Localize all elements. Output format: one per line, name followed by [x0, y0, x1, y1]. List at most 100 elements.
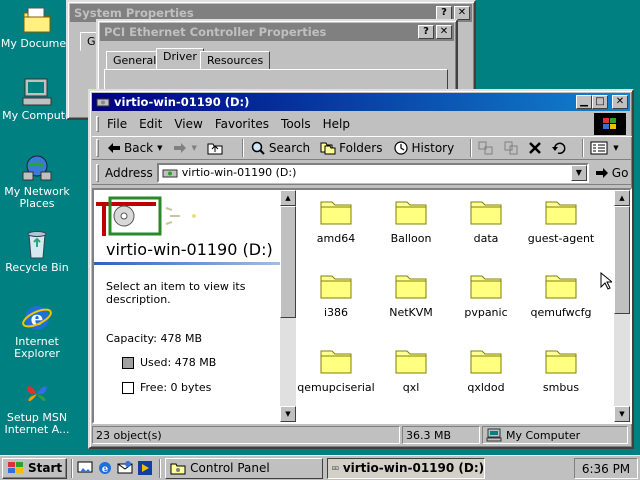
- folder-label: data: [473, 232, 499, 245]
- folder-item[interactable]: data: [446, 196, 526, 245]
- help-button[interactable]: ?: [436, 6, 452, 20]
- forward-button[interactable]: ▼: [173, 142, 197, 154]
- clock[interactable]: 6:36 PM: [582, 462, 630, 476]
- capacity-text: Capacity: 478 MB: [106, 332, 203, 345]
- folder-item[interactable]: NetKVM: [371, 270, 451, 319]
- folder-item[interactable]: Balloon: [371, 196, 451, 245]
- folder-icon: [320, 275, 352, 299]
- desktop-icon-internet-explorer[interactable]: e Internet Explorer: [0, 302, 74, 360]
- forward-dropdown-icon[interactable]: ▼: [192, 144, 197, 152]
- views-dropdown-icon[interactable]: ▼: [613, 144, 618, 152]
- folder-item[interactable]: qemufwcfg: [521, 270, 601, 319]
- drive-title: virtio-win-01190 (D:): [106, 240, 273, 259]
- delete-button[interactable]: [528, 141, 545, 155]
- copy-to-button[interactable]: [503, 141, 522, 155]
- search-label: Search: [268, 141, 311, 155]
- address-input[interactable]: virtio-win-01190 (D:) ▼: [156, 162, 589, 183]
- media-player-quicklaunch-icon[interactable]: [137, 460, 153, 476]
- my-computer-icon: [486, 428, 502, 442]
- menu-help[interactable]: Help: [323, 117, 350, 131]
- desktop-icon-label: Internet Explorer: [14, 335, 60, 360]
- taskbar-separator: [71, 458, 74, 478]
- windows-flag-icon: [8, 462, 23, 473]
- tab-resources[interactable]: Resources: [200, 51, 271, 70]
- desktop-icon-my-network-places[interactable]: My Network Places: [0, 152, 74, 210]
- pci-properties-titlebar[interactable]: PCI Ethernet Controller Properties ? ✕: [100, 23, 454, 41]
- folder-label: pvpanic: [464, 306, 508, 319]
- scroll-thumb[interactable]: [280, 206, 296, 318]
- control-panel-icon: [170, 463, 186, 475]
- folder-item[interactable]: smbus: [521, 345, 601, 394]
- tab-general[interactable]: General: [106, 51, 164, 70]
- webview-pane: virtio-win-01190 (D:) Select an item to …: [94, 190, 280, 422]
- arrow-right-icon: [173, 143, 186, 153]
- desktop-icon-my-documents[interactable]: My Documen: [0, 4, 74, 50]
- arrow-left-icon: [108, 143, 120, 153]
- folder-item[interactable]: pvpanic: [446, 270, 526, 319]
- tab-driver[interactable]: Driver: [156, 48, 204, 70]
- desktop-quicklaunch-icon[interactable]: [77, 460, 93, 476]
- folder-icon: [320, 350, 352, 374]
- close-button[interactable]: ✕: [436, 25, 452, 39]
- standard-toolbar: Back ▼ ▼ Search Folders History ▼: [92, 136, 632, 160]
- folder-label: smbus: [542, 381, 580, 394]
- tab-label: Resources: [207, 54, 264, 67]
- search-button[interactable]: Search: [250, 140, 310, 156]
- folder-icon: [320, 201, 352, 225]
- back-dropdown-icon[interactable]: ▼: [157, 144, 162, 152]
- folder-item[interactable]: qxl: [371, 345, 451, 394]
- recycle-bin-icon: [27, 231, 47, 259]
- history-icon: [393, 141, 408, 155]
- folder-icon: [545, 350, 577, 374]
- search-icon: [251, 141, 265, 155]
- drive-title-underline: [94, 262, 280, 265]
- folder-item[interactable]: guest-agent: [521, 196, 601, 245]
- back-button[interactable]: Back ▼: [107, 141, 163, 155]
- views-button[interactable]: ▼: [590, 141, 619, 155]
- desktop-icon-label: My Compute: [2, 109, 72, 122]
- menu-file[interactable]: File: [107, 117, 127, 131]
- go-button[interactable]: Go: [595, 165, 629, 180]
- network-places-icon: [22, 155, 52, 181]
- folders-button[interactable]: Folders: [320, 141, 383, 155]
- menu-view[interactable]: View: [174, 117, 202, 131]
- folder-item[interactable]: qemupciserial: [293, 345, 379, 394]
- folder-item[interactable]: amd64: [296, 196, 376, 245]
- address-dropdown-button[interactable]: ▼: [570, 164, 587, 181]
- start-button[interactable]: Start: [2, 457, 68, 479]
- menu-tools[interactable]: Tools: [281, 117, 311, 131]
- scroll-up-button[interactable]: ▲: [280, 190, 296, 206]
- scroll-thumb[interactable]: [614, 206, 630, 314]
- folder-item[interactable]: qxldod: [446, 345, 526, 394]
- scroll-down-button[interactable]: ▼: [280, 406, 296, 422]
- close-button[interactable]: ✕: [454, 6, 470, 20]
- internet-explorer-quicklaunch-icon[interactable]: e: [97, 460, 113, 476]
- desktop-icon-recycle-bin[interactable]: Recycle Bin: [0, 228, 74, 274]
- desktop-icon-setup-msn[interactable]: Setup MSN Internet A...: [0, 378, 74, 436]
- move-to-button[interactable]: [478, 141, 497, 155]
- tab-label: General: [113, 54, 157, 67]
- maximize-button[interactable]: □: [592, 95, 608, 109]
- go-label: Go: [611, 165, 629, 180]
- up-folder-button[interactable]: [207, 141, 226, 155]
- description-hint: Select an item to view its description.: [106, 280, 246, 306]
- scroll-down-button[interactable]: ▼: [614, 406, 630, 422]
- file-list-scrollbar[interactable]: ▲ ▼: [614, 190, 630, 422]
- scroll-up-button[interactable]: ▲: [614, 190, 630, 206]
- explorer-titlebar[interactable]: virtio-win-01190 (D:) ▁ □ ✕: [92, 93, 630, 111]
- address-label: Address: [105, 165, 153, 180]
- close-button[interactable]: ✕: [612, 95, 628, 109]
- taskbar-button-explorer[interactable]: virtio-win-01190 (D:): [327, 457, 486, 479]
- undo-button[interactable]: [551, 141, 570, 155]
- desktop-icon-my-computer[interactable]: My Compute: [0, 76, 74, 122]
- history-button[interactable]: History: [393, 140, 454, 156]
- minimize-button[interactable]: ▁: [576, 95, 592, 109]
- taskbar-button-control-panel[interactable]: Control Panel: [165, 457, 324, 479]
- menu-edit[interactable]: Edit: [139, 117, 162, 131]
- tab-label: Driver: [163, 50, 197, 63]
- menu-favorites[interactable]: Favorites: [215, 117, 269, 131]
- outlook-express-quicklaunch-icon[interactable]: [117, 460, 133, 476]
- help-button[interactable]: ?: [418, 25, 434, 39]
- folder-item[interactable]: i386: [296, 270, 376, 319]
- taskbar-separator: [159, 458, 162, 478]
